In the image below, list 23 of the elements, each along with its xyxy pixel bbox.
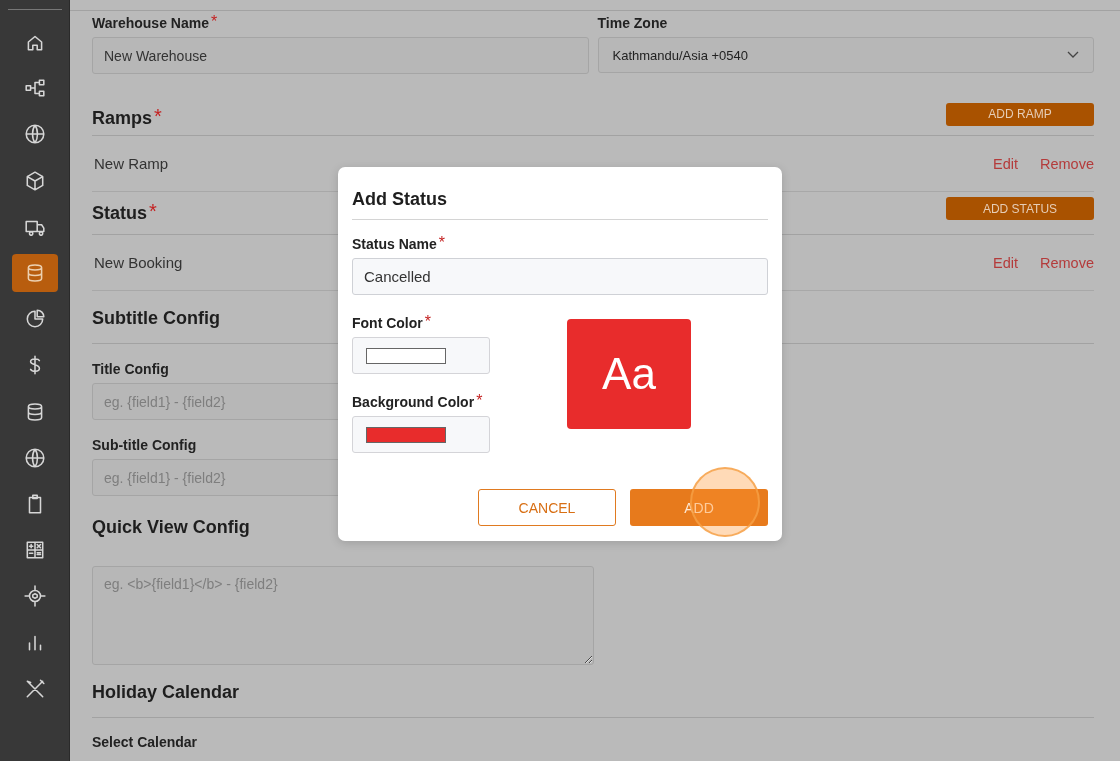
color-preview: Aa [567,319,691,429]
field-label: Title Config [92,361,169,377]
section-title: Status [92,202,147,224]
required-mark: * [149,202,157,219]
required-mark: * [476,394,483,408]
required-mark: * [154,108,162,124]
section-title: Subtitle Config [92,308,220,329]
required-mark: * [424,315,431,329]
section-title: Quick View Config [92,517,250,538]
field-label: Select Calendar [92,734,198,750]
field-label: Warehouse Name [92,15,209,31]
field-label: Status Name [352,236,437,252]
dialog-title: Add Status [352,189,448,211]
field-label: Background Color [352,394,475,410]
field-label: Time Zone [597,15,668,31]
required-mark: * [438,236,446,250]
required-mark: * [210,15,218,29]
list-item-name: New Ramp [94,155,169,172]
field-label: Font Color [352,315,423,331]
section-title: Holiday Calendar [92,682,240,703]
field-label: Sub-title Config [92,437,197,453]
list-item-name: New Booking [94,254,183,271]
section-title: Ramps [92,108,153,129]
